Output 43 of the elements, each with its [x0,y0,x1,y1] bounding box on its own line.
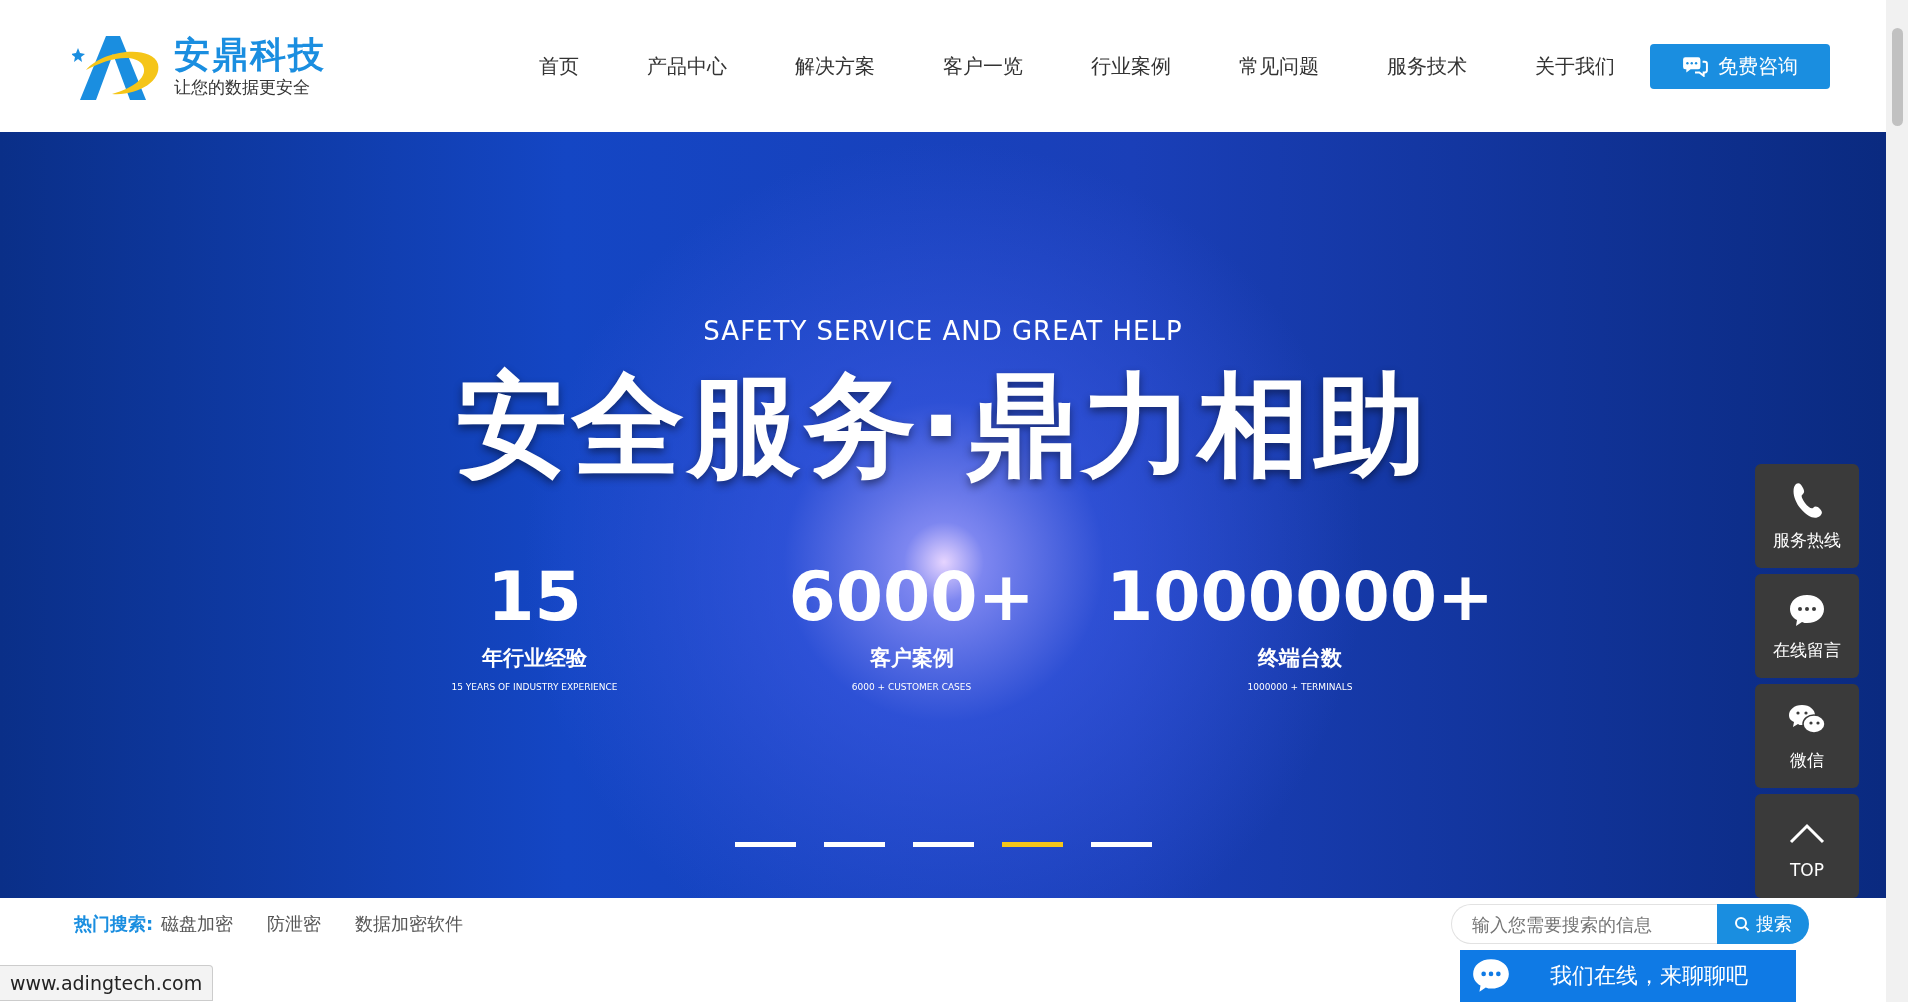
stat-label: 终端台数 [1258,645,1342,672]
nav-link[interactable]: 服务技术 [1353,46,1501,86]
carousel-indicator[interactable] [1001,842,1063,847]
carousel-indicator[interactable] [1090,842,1152,847]
scrollbar-thumb[interactable] [1892,28,1903,126]
stat-caption: 15 YEARS OF INDUSTRY EXPERIENCE [451,682,618,692]
side-tool-button[interactable]: TOP [1755,794,1859,898]
nav-link[interactable]: 客户一览 [909,46,1057,86]
nav-link[interactable]: 产品中心 [613,46,761,86]
hot-search-link[interactable]: 数据加密软件 [355,912,464,936]
nav-link[interactable]: 常见问题 [1205,46,1353,86]
stat-value: 1000000+ [1105,556,1495,638]
status-url: www.adingtech.com [0,965,214,1001]
stat-label: 年行业经验 [482,645,587,672]
chat-bar-text: 我们在线，来聊聊吧 [1550,962,1748,990]
carousel-indicator[interactable] [823,842,885,847]
chat-bar[interactable]: 我们在线，来聊聊吧 [1460,950,1796,1002]
stat-caption: 1000000 + TERMINALS [1247,682,1353,692]
stat-label: 客户案例 [869,645,954,672]
side-tool-button[interactable]: 在线留言 [1755,574,1859,678]
chat-bubbles-icon [1682,55,1708,77]
nav-link[interactable]: 解决方案 [761,46,909,86]
hot-search-link[interactable]: 防泄密 [267,912,322,936]
nav-link[interactable]: 首页 [505,46,613,86]
nav-link[interactable]: 行业案例 [1057,46,1205,86]
stat-value: 15 [487,556,582,638]
nav-link[interactable]: 关于我们 [1501,46,1649,86]
consult-button[interactable]: 免费咨询 [1650,43,1830,89]
stat-caption: 6000 + CUSTOMER CASES [851,682,972,692]
carousel-indicator[interactable] [734,842,796,847]
logo-name[interactable]: 安鼎科技 [174,34,326,76]
search-button[interactable]: 搜索 [1717,904,1809,944]
carousel-indicator[interactable] [912,842,974,847]
logo-slogan: 让您的数据更安全 [174,76,311,98]
hot-search-label: 热门搜索: [74,912,154,936]
search-field[interactable]: 输入您需要搜索的信息 [1451,904,1717,944]
side-tool-button[interactable]: 微信 [1755,684,1859,788]
side-tool-button[interactable]: 服务热线 [1755,464,1859,568]
banner-title: 安全服务·鼎力相助 [455,360,1431,490]
banner-subtitle: SAFETY SERVICE AND GREAT HELP [703,316,1183,346]
search-icon [1734,916,1750,932]
hot-search-link[interactable]: 磁盘加密 [161,912,234,936]
stat-value: 6000+ [788,556,1035,638]
